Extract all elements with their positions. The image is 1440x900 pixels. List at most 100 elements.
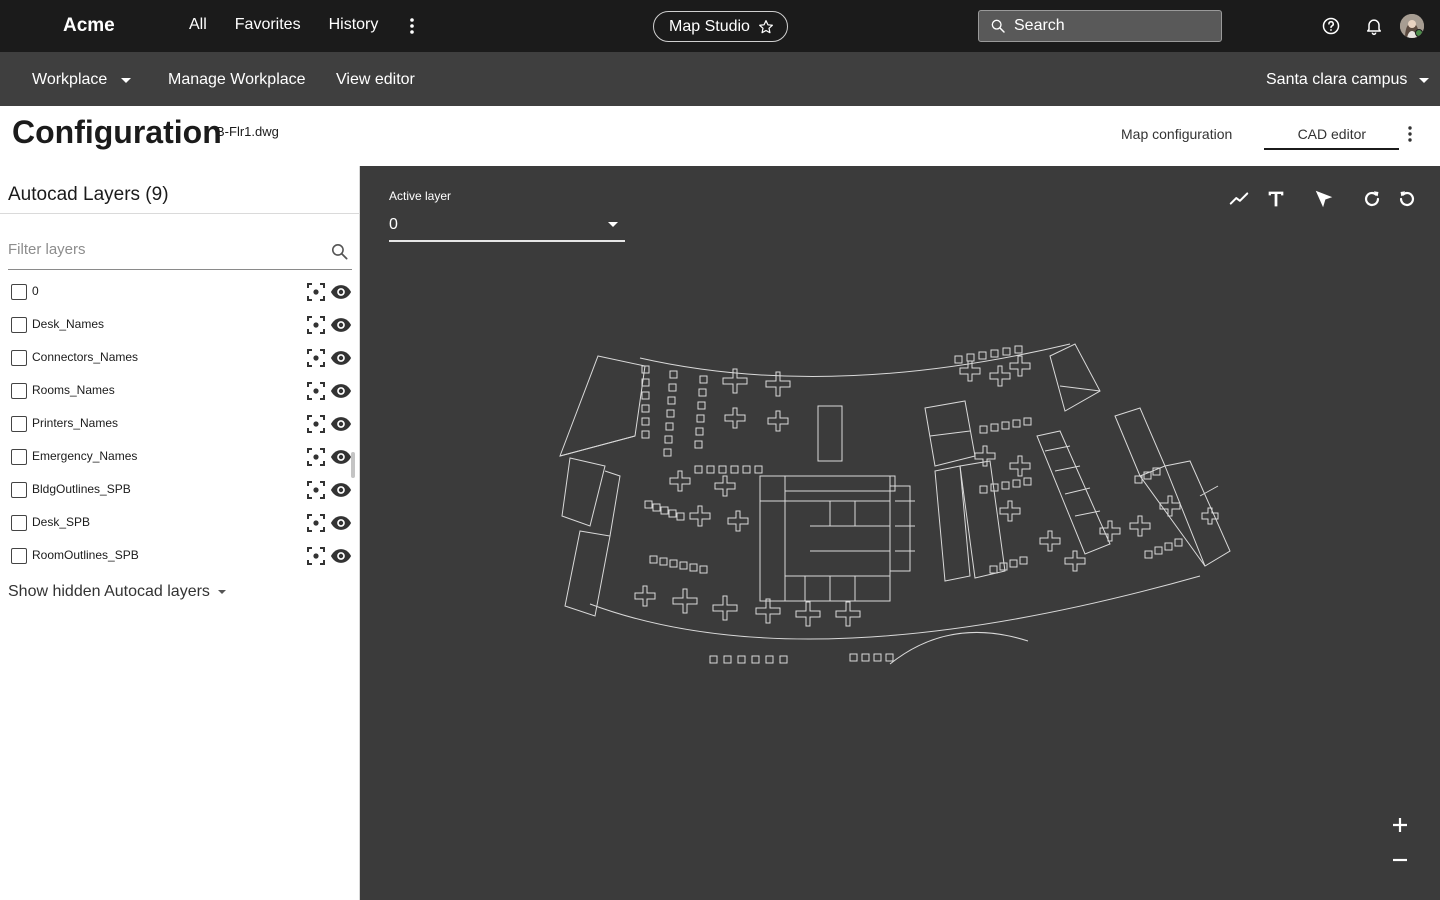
visibility-eye-icon[interactable] <box>330 283 352 301</box>
show-hidden-label: Show hidden Autocad layers <box>8 583 210 600</box>
chevron-down-icon <box>608 222 618 227</box>
brand-logo-text[interactable]: Acme <box>63 15 115 37</box>
layers-panel-title: Autocad Layers (9) <box>8 184 169 205</box>
user-avatar-icon <box>1400 14 1424 38</box>
view-tabs: Map configuration CAD editor <box>1104 118 1400 150</box>
visibility-eye-icon[interactable] <box>330 316 352 334</box>
layer-name: Emergency_Names <box>32 449 138 463</box>
campus-label: Santa clara campus <box>1266 71 1408 88</box>
focus-layer-icon[interactable] <box>306 414 326 434</box>
search-icon[interactable] <box>330 242 349 261</box>
focus-layer-icon[interactable] <box>306 348 326 368</box>
nav-favorites[interactable]: Favorites <box>235 16 301 34</box>
layer-checkbox[interactable] <box>11 383 27 399</box>
visibility-eye-icon[interactable] <box>330 481 352 499</box>
workplace-label: Workplace <box>32 71 108 88</box>
layer-row[interactable]: Printers_Names <box>0 406 360 439</box>
layer-checkbox[interactable] <box>11 548 27 564</box>
layer-row[interactable]: Connectors_Names <box>0 340 360 373</box>
nav-all[interactable]: All <box>189 16 207 34</box>
nav-history[interactable]: History <box>329 16 379 34</box>
workspace-navigation-bar: Workplace Manage Workplace View editor S… <box>0 52 1440 106</box>
visibility-eye-icon[interactable] <box>330 415 352 433</box>
redo-icon[interactable] <box>1361 188 1383 210</box>
undo-icon[interactable] <box>1396 188 1418 210</box>
layer-row[interactable]: BldgOutlines_SPB <box>0 472 360 505</box>
focus-layer-icon[interactable] <box>306 282 326 302</box>
active-layer-select[interactable]: 0 <box>389 210 625 242</box>
layer-name: Connectors_Names <box>32 350 139 364</box>
focus-layer-icon[interactable] <box>306 480 326 500</box>
visibility-eye-icon[interactable] <box>330 514 352 532</box>
help-icon[interactable] <box>1321 16 1341 36</box>
tab-map-configuration[interactable]: Map configuration <box>1104 118 1249 150</box>
tab-cad-editor[interactable]: CAD editor <box>1264 118 1400 150</box>
active-layer-value: 0 <box>389 216 398 233</box>
bell-icon[interactable] <box>1364 16 1384 36</box>
zoom-out-icon[interactable] <box>1390 850 1410 870</box>
focus-layer-icon[interactable] <box>306 447 326 467</box>
focus-layer-icon[interactable] <box>306 381 326 401</box>
search-icon <box>991 19 1005 33</box>
layer-checkbox[interactable] <box>11 317 27 333</box>
layer-row[interactable]: Desk_Names <box>0 307 360 340</box>
select-pointer-icon[interactable] <box>1313 188 1335 210</box>
top-navigation-bar: Acme All Favorites History Map Studio <box>0 0 1440 52</box>
layer-row[interactable]: Rooms_Names <box>0 373 360 406</box>
layer-name: 0 <box>32 284 39 298</box>
filter-layers-input[interactable] <box>8 235 308 258</box>
campus-selector[interactable]: Santa clara campus <box>1266 71 1430 89</box>
cad-canvas[interactable]: Active layer 0 <box>360 166 1440 900</box>
global-search <box>978 10 1222 42</box>
more-vertical-icon[interactable] <box>1403 124 1417 144</box>
layer-checkbox[interactable] <box>11 449 27 465</box>
avatar[interactable] <box>1400 14 1424 38</box>
view-editor-link[interactable]: View editor <box>336 71 415 89</box>
chevron-down-icon <box>1419 77 1430 83</box>
visibility-eye-icon[interactable] <box>330 448 352 466</box>
view-editor-label: View editor <box>336 71 415 88</box>
manage-workplace-label: Manage Workplace <box>168 71 306 88</box>
layer-name: BldgOutlines_SPB <box>32 482 131 496</box>
layers-panel: Autocad Layers (9) 0 Desk_Names Connectors… <box>0 166 360 900</box>
focus-layer-icon[interactable] <box>306 513 326 533</box>
text-tool-icon[interactable] <box>1265 188 1287 210</box>
floor-plan-drawing[interactable] <box>550 326 1240 676</box>
layer-name: Printers_Names <box>32 416 119 430</box>
app-title-pill[interactable]: Map Studio <box>653 11 788 42</box>
layer-checkbox[interactable] <box>11 515 27 531</box>
layer-row[interactable]: Desk_SPB <box>0 505 360 538</box>
layer-checkbox[interactable] <box>11 482 27 498</box>
layer-row[interactable]: Emergency_Names <box>0 439 360 472</box>
layer-row[interactable]: RoomOutlines_SPB <box>0 538 360 571</box>
page-title: Configuration <box>12 114 222 150</box>
visibility-eye-icon[interactable] <box>330 382 352 400</box>
app-title: Map Studio <box>669 17 750 35</box>
layer-name: Desk_SPB <box>32 515 91 529</box>
show-hidden-layers-toggle[interactable]: Show hidden Autocad layers <box>8 583 226 601</box>
focus-layer-icon[interactable] <box>306 315 326 335</box>
more-vertical-icon[interactable] <box>404 16 420 36</box>
search-input[interactable] <box>1014 17 1204 35</box>
polyline-icon[interactable] <box>1228 188 1250 210</box>
file-name: B-Flr1.dwg <box>216 124 279 139</box>
filter-layers-field <box>8 235 352 270</box>
layer-list: 0 Desk_Names Connectors_Names Rooms_Names Pr… <box>0 274 360 571</box>
visibility-eye-icon[interactable] <box>330 547 352 565</box>
star-icon[interactable] <box>758 19 774 35</box>
visibility-eye-icon[interactable] <box>330 349 352 367</box>
layer-checkbox[interactable] <box>11 284 27 300</box>
layer-checkbox[interactable] <box>11 350 27 366</box>
chevron-down-icon <box>217 590 226 594</box>
layer-checkbox[interactable] <box>11 416 27 432</box>
layer-name: RoomOutlines_SPB <box>32 548 139 562</box>
top-nav-links: All Favorites History <box>189 16 378 34</box>
manage-workplace-link[interactable]: Manage Workplace <box>168 71 306 89</box>
zoom-in-icon[interactable] <box>1390 815 1410 835</box>
layer-name: Rooms_Names <box>32 383 115 397</box>
layer-row[interactable]: 0 <box>0 274 360 307</box>
focus-layer-icon[interactable] <box>306 546 326 566</box>
workplace-menu[interactable]: Workplace <box>32 71 132 89</box>
divider <box>0 213 360 214</box>
scrollbar[interactable] <box>351 452 355 478</box>
